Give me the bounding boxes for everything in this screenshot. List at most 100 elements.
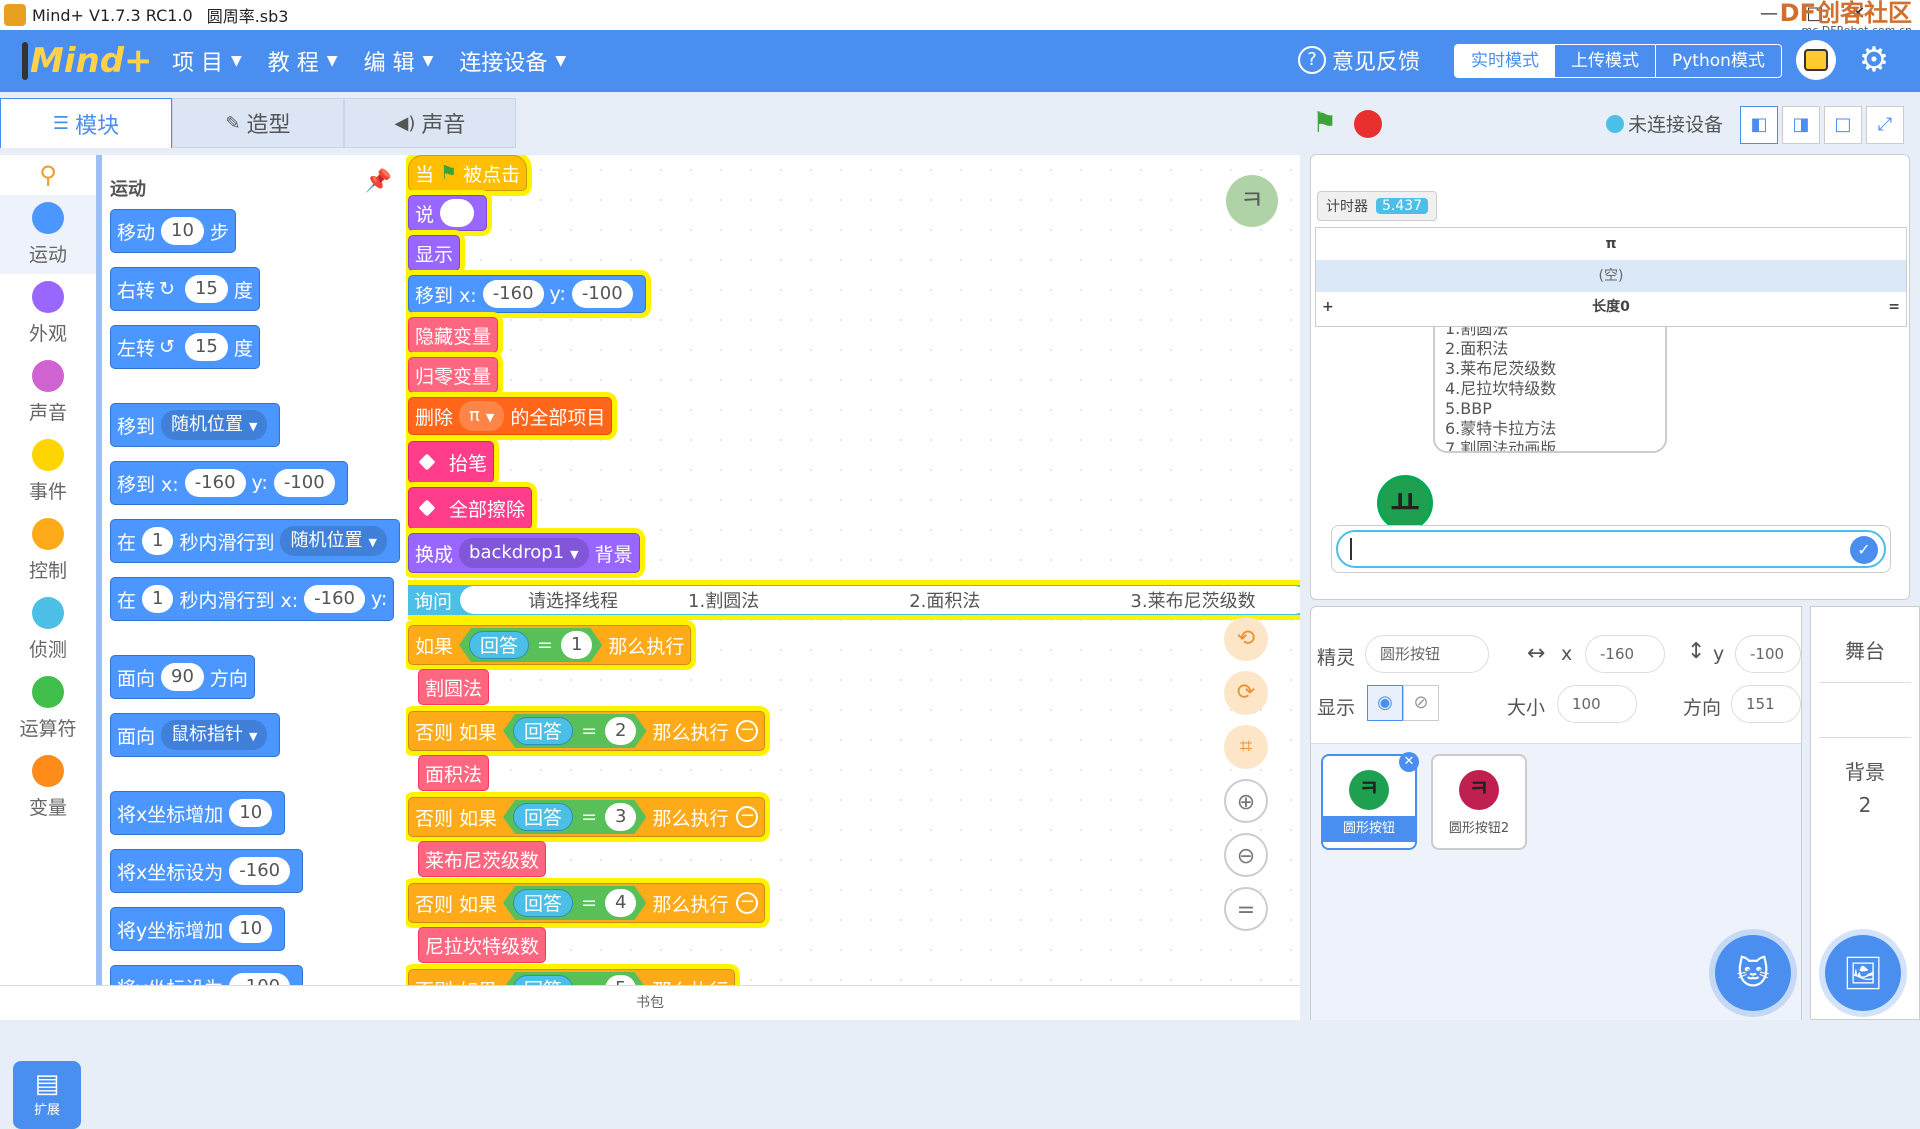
sprite-card[interactable]: ㅋ圆形按钮 ✕ (1321, 752, 1419, 850)
block-proc-1[interactable]: 割圆法 (418, 669, 490, 705)
search-icon[interactable]: ⚲ (0, 155, 96, 195)
tab-sounds[interactable]: ◀) 声音 (344, 98, 516, 148)
block-delete-all-list[interactable]: 删除 π ▼ 的全部项目 (408, 397, 613, 435)
block-set-x[interactable]: 将x坐标设为 -160 (110, 849, 304, 893)
undo-icon[interactable]: ⟲ (1224, 617, 1268, 661)
green-flag-button[interactable]: ⚑ (1312, 108, 1342, 138)
small-stage-icon[interactable]: ◧ (1740, 106, 1778, 144)
category-control[interactable]: 控制 (0, 511, 96, 590)
feedback-button[interactable]: ? 意见反馈 (1298, 44, 1420, 76)
list-add-button[interactable]: + (1322, 292, 1334, 322)
equals-operator[interactable]: 回答 = 2 (503, 714, 646, 748)
block-switch-backdrop[interactable]: 换成 backdrop1 ▼ 背景 (408, 533, 640, 573)
stop-button[interactable] (1354, 110, 1382, 138)
block-reset-variables[interactable]: 归零变量 (408, 357, 499, 393)
block-point-direction[interactable]: 面向 90 方向 (110, 655, 255, 699)
block-elseif-4[interactable]: 否则 如果 回答 = 4 那么执行 − (408, 883, 766, 923)
category-sensing[interactable]: 侦测 (0, 590, 96, 669)
block-when-flag-clicked[interactable]: 当 ⚑ 被点击 (408, 155, 528, 191)
menu-connect-device[interactable]: 连接设备 ▼ (459, 45, 566, 77)
equals-operator[interactable]: 回答 = 4 (503, 886, 646, 920)
list-resize-handle[interactable]: = (1888, 292, 1900, 322)
block-proc-2[interactable]: 面积法 (418, 755, 490, 791)
block-glide[interactable]: 在 1 秒内滑行到 随机位置 ▼ (110, 519, 400, 563)
stage[interactable]: 计时器 5.437 1.割圆法 2.面积法 3.莱布尼茨级数 4.尼拉坎特级数 5… (1310, 154, 1910, 600)
hide-eye-icon[interactable]: ⊘ (1403, 685, 1439, 721)
block-say[interactable]: 说 (408, 195, 488, 231)
block-glide-xy[interactable]: 在 1 秒内滑行到 x: -160 y: (110, 577, 395, 621)
show-eye-icon[interactable]: ◉ (1367, 685, 1403, 721)
answer-input[interactable]: ✓ (1336, 530, 1886, 568)
block-point-towards[interactable]: 面向 鼠标指针 ▼ (110, 713, 281, 757)
remove-branch-icon[interactable]: − (736, 806, 759, 828)
remove-branch-icon[interactable]: − (736, 892, 759, 914)
block-change-y[interactable]: 将y坐标增加 10 (110, 907, 286, 951)
block-proc-3[interactable]: 莱布尼茨级数 (418, 841, 547, 877)
block-turn-right[interactable]: 右转 ↻ 15 度 (110, 267, 260, 311)
menu-project[interactable]: 项 目 ▼ (172, 45, 242, 77)
delete-sprite-icon[interactable]: ✕ (1399, 752, 1419, 772)
block-goto-xy[interactable]: 移到 x: -160 y: -100 (110, 461, 348, 505)
y-input[interactable]: -100 (1735, 635, 1801, 673)
check-icon[interactable]: ✓ (1850, 536, 1878, 564)
ask-text-input[interactable]: 请选择线程 1.割圆法 2.面积法 3.莱布尼茨级数 (460, 586, 1300, 614)
fullscreen-icon[interactable]: ⤢ (1866, 106, 1904, 144)
category-sound[interactable]: 声音 (0, 353, 96, 432)
block-hide-variables[interactable]: 隐藏变量 (408, 317, 499, 353)
block-goto[interactable]: 移到 随机位置 ▼ (110, 403, 281, 447)
normal-stage-icon[interactable]: ◨ (1782, 106, 1820, 144)
hide-stage-icon[interactable]: □ (1824, 106, 1862, 144)
add-sprite-button[interactable]: 🐱 (1715, 935, 1791, 1011)
equals-operator[interactable]: 回答 = 3 (503, 800, 646, 834)
tab-blocks[interactable]: ☰ 模块 (0, 98, 172, 148)
zoom-out-icon[interactable]: ⊖ (1224, 833, 1268, 877)
redo-icon[interactable]: ⟳ (1224, 671, 1268, 715)
block-change-x[interactable]: 将x坐标增加 10 (110, 791, 286, 835)
block-proc-4[interactable]: 尼拉坎特级数 (418, 927, 547, 963)
block-goto-xy-script[interactable]: 移到 x: -160 y: -100 (408, 275, 646, 313)
sprite-name-input[interactable]: 圆形按钮 (1365, 635, 1489, 673)
block-clear-all[interactable]: 全部擦除 (408, 487, 533, 529)
block-set-y[interactable]: 将y坐标设为-100 (110, 965, 304, 985)
pin-icon[interactable]: 📌 (365, 169, 392, 194)
avatar[interactable] (1796, 40, 1836, 80)
category-motion[interactable]: 运动 (0, 195, 96, 274)
tab-costumes[interactable]: ✎ 造型 (172, 98, 344, 148)
stage-sprite[interactable]: ㅛ (1377, 475, 1433, 531)
direction-input[interactable]: 151 (1731, 685, 1801, 723)
gear-icon[interactable]: ⚙ (1856, 42, 1892, 78)
block-turn-left[interactable]: 左转 ↺ 15 度 (110, 325, 260, 369)
block-elseif-2[interactable]: 否则 如果 回答 = 2 那么执行 − (408, 711, 766, 751)
block-pen-up[interactable]: 抬笔 (408, 441, 495, 483)
block-if-1[interactable]: 如果 回答 = 1 那么执行 (408, 625, 692, 665)
stage-panel[interactable]: 舞台 背景 2 🖼 (1810, 606, 1920, 1020)
remove-branch-icon[interactable]: − (736, 720, 759, 742)
x-input[interactable]: -160 (1585, 635, 1665, 673)
block-elseif-3[interactable]: 否则 如果 回答 = 3 那么执行 − (408, 797, 766, 837)
y-arrows-icon: ↕ (1687, 639, 1706, 664)
block-show[interactable]: 显示 (408, 235, 461, 271)
sprite-card[interactable]: ㅋ圆形按钮2 (1431, 754, 1527, 850)
extensions-button[interactable]: ▤ 扩展 (13, 1061, 81, 1129)
mode-upload[interactable]: 上传模式 (1555, 45, 1655, 77)
category-variables[interactable]: 变量 (0, 748, 96, 827)
crop-icon[interactable]: ⌗ (1224, 725, 1268, 769)
mode-realtime[interactable]: 实时模式 (1455, 45, 1555, 77)
script-area[interactable]: 当 ⚑ 被点击 说 显示 移到 x: -160 y: -100 隐藏变量 归零变量 删除 π… (406, 155, 1300, 985)
zoom-in-icon[interactable]: ⊕ (1224, 779, 1268, 823)
block-move[interactable]: 移动 10 步 (110, 209, 236, 253)
menu-edit[interactable]: 编 辑 ▼ (364, 45, 434, 77)
category-events[interactable]: 事件 (0, 432, 96, 511)
equals-operator[interactable]: 回答 = 1 (459, 628, 602, 662)
equals-operator[interactable]: 回答=5 (503, 972, 646, 985)
category-looks[interactable]: 外观 (0, 274, 96, 353)
block-ask[interactable]: 询问 请选择线程 1.割圆法 2.面积法 3.莱布尼茨级数 (408, 580, 1300, 620)
menu-tutorial[interactable]: 教 程 ▼ (268, 45, 338, 77)
category-operators[interactable]: 运算符 (0, 669, 96, 748)
zoom-reset-icon[interactable]: = (1224, 887, 1268, 931)
mode-python[interactable]: Python模式 (1655, 45, 1781, 77)
size-input[interactable]: 100 (1557, 685, 1637, 723)
add-backdrop-button[interactable]: 🖼 (1825, 935, 1901, 1011)
block-elseif-5[interactable]: 否则 如果回答=5那么执行 (408, 969, 736, 985)
backpack-bar[interactable]: 书包 (0, 985, 1300, 1020)
